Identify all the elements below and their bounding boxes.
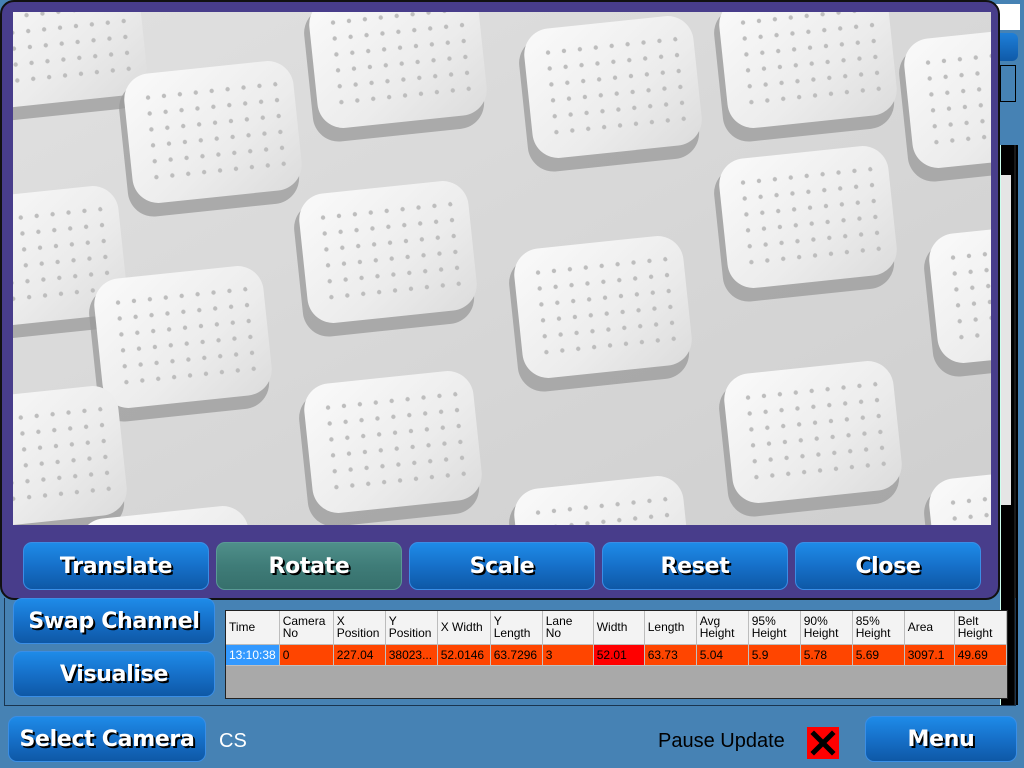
cracker	[13, 386, 127, 525]
tool-scale-button[interactable]: Scale	[409, 542, 595, 590]
cracker	[714, 12, 897, 142]
column-header[interactable]: 85% Height	[852, 611, 905, 645]
column-header[interactable]: Belt Height	[954, 611, 1007, 645]
cracker	[299, 371, 482, 525]
column-header[interactable]: Y Position	[385, 611, 438, 645]
pause-update-checkbox[interactable]	[807, 727, 839, 759]
table-cell: 3097.1	[904, 644, 955, 666]
column-header[interactable]: Y Length	[490, 611, 543, 645]
menu-button[interactable]: Menu	[865, 716, 1017, 762]
cracker	[294, 181, 477, 337]
table-cell: 5.78	[800, 644, 853, 666]
column-header[interactable]: Width	[593, 611, 645, 645]
visualise-button[interactable]: Visualise	[13, 651, 215, 697]
tool-close-button[interactable]: Close	[795, 542, 981, 590]
cracker	[719, 361, 902, 517]
table-cell: 227.04	[333, 644, 386, 666]
column-header[interactable]: Lane No	[542, 611, 594, 645]
tool-translate-button[interactable]: Translate	[23, 542, 209, 590]
height-map-image[interactable]	[13, 12, 991, 525]
table-cell: 49.69	[954, 644, 1007, 666]
x-icon	[810, 730, 836, 756]
swap-channel-button[interactable]: Swap Channel	[13, 598, 215, 644]
table-header-row: Time Camera No X Position Y Position X Width…	[226, 611, 1007, 645]
cracker	[509, 236, 692, 392]
tool-rotate-button[interactable]: Rotate	[216, 542, 402, 590]
visualise-dialog: Translate Rotate Scale Reset Close	[0, 0, 1000, 600]
table-cell: 63.7296	[490, 644, 543, 666]
column-header[interactable]: Length	[644, 611, 697, 645]
column-header[interactable]: Camera No	[279, 611, 334, 645]
column-header[interactable]: 90% Height	[800, 611, 853, 645]
tool-reset-button[interactable]: Reset	[602, 542, 788, 590]
table-cell: 52.01	[593, 644, 645, 666]
column-header[interactable]: X Width	[437, 611, 491, 645]
table-cell: 5.04	[696, 644, 749, 666]
cracker	[714, 146, 897, 302]
table-cell: 63.73	[644, 644, 697, 666]
table-cell: 52.0146	[437, 644, 491, 666]
3d-viewport[interactable]	[13, 12, 991, 525]
table-cell: 5.69	[852, 644, 905, 666]
table-cell: 3	[542, 644, 594, 666]
cracker	[119, 61, 302, 217]
table-cell: 5.9	[748, 644, 801, 666]
camera-value: CS	[219, 730, 247, 752]
table-cell: 0	[279, 644, 334, 666]
column-header[interactable]: 95% Height	[748, 611, 801, 645]
column-header[interactable]: Area	[904, 611, 955, 645]
table-cell: 38023...	[385, 644, 438, 666]
results-table[interactable]: Time Camera No X Position Y Position X Width…	[225, 610, 1008, 699]
pause-update-label: Pause Update	[658, 730, 785, 752]
cracker	[519, 16, 702, 172]
column-header[interactable]: Avg Height	[696, 611, 749, 645]
column-header[interactable]: X Position	[333, 611, 386, 645]
table-row[interactable]: 13:10:38 0 227.04 38023... 52.0146 63.7296 3 52…	[226, 644, 1007, 666]
column-header[interactable]: Time	[226, 611, 280, 645]
select-camera-button[interactable]: Select Camera	[8, 716, 206, 762]
scrollbar-thumb[interactable]	[1001, 175, 1011, 505]
table-cell: 13:10:38	[226, 644, 280, 666]
cracker	[304, 12, 487, 142]
background-panel	[1000, 65, 1016, 102]
